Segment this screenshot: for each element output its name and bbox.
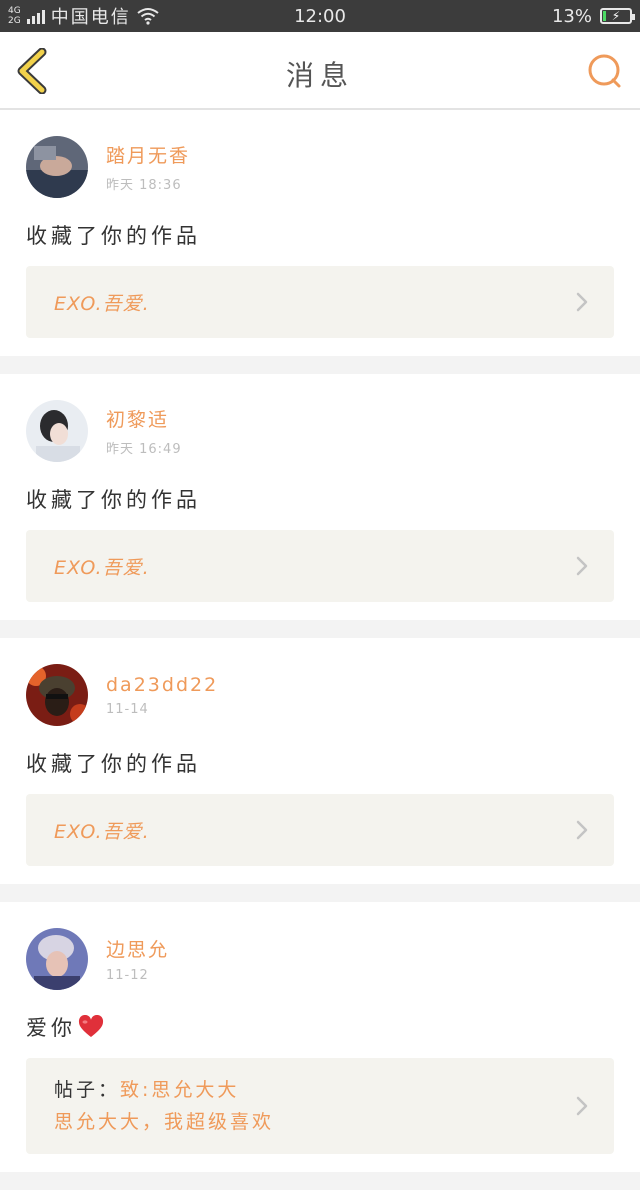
search-icon[interactable] — [586, 52, 624, 90]
charging-icon: ⚡ — [611, 9, 621, 23]
network-type-top: 4G — [8, 6, 21, 16]
timestamp: 11-14 — [106, 701, 149, 717]
referenced-post[interactable]: 帖子：致:思允大大 思允大大，我超级喜欢 — [26, 1058, 614, 1154]
message-card: da23dd22 11-14 收藏了你的作品 EXO.吾爱. — [0, 638, 640, 884]
username[interactable]: 初黎适 — [106, 405, 182, 432]
network-type-bottom: 2G — [8, 16, 21, 26]
page-title: 消息 — [285, 59, 354, 92]
message-card: 边思允 11-12 爱你 帖子：致:思允大大 思允大大，我超级喜欢 — [0, 902, 640, 1172]
message-meta: 初黎适 昨天 16:49 — [106, 405, 182, 457]
network-type: 4G 2G — [8, 6, 21, 26]
message-meta: da23dd22 11-14 — [106, 674, 218, 717]
message-meta: 踏月无香 昨天 18:36 — [106, 141, 190, 193]
battery-icon: ⚡ — [600, 8, 635, 24]
post-title: 致:思允大大 — [120, 1079, 240, 1101]
avatar[interactable] — [26, 664, 88, 726]
message-meta: 边思允 11-12 — [106, 935, 169, 983]
wifi-icon — [137, 8, 159, 25]
chevron-right-icon — [576, 556, 588, 576]
message-card: 初黎适 昨天 16:49 收藏了你的作品 EXO.吾爱. — [0, 374, 640, 620]
message-text: 收藏了你的作品 — [26, 488, 201, 512]
timestamp: 昨天 16:49 — [106, 442, 182, 457]
message-header: 初黎适 昨天 16:49 — [26, 400, 614, 462]
post-excerpt: 思允大大，我超级喜欢 — [54, 1111, 275, 1133]
chevron-right-icon — [576, 820, 588, 840]
chevron-left-icon[interactable] — [14, 48, 54, 94]
message-text-row: 爱你 — [26, 1012, 614, 1042]
signal-icon — [26, 8, 45, 24]
message-text: 收藏了你的作品 — [26, 224, 201, 248]
message-header: 踏月无香 昨天 18:36 — [26, 136, 614, 198]
battery-percent: 13% — [551, 5, 592, 27]
status-right: 13% ⚡ — [551, 5, 635, 27]
carrier-name: 中国电信 — [50, 7, 131, 28]
post-label: 帖子： — [54, 1079, 121, 1101]
status-bar: 4G 2G 中国电信 12:00 13% ⚡ — [0, 0, 640, 32]
username[interactable]: 边思允 — [106, 935, 169, 962]
username[interactable]: 踏月无香 — [106, 141, 190, 168]
nav-bar: 消息 — [0, 32, 640, 110]
battery-level — [603, 11, 606, 21]
message-header: 边思允 11-12 — [26, 928, 614, 990]
referenced-work[interactable]: EXO.吾爱. — [26, 530, 614, 602]
message-list: 踏月无香 昨天 18:36 收藏了你的作品 EXO.吾爱. 初黎适 昨天 16:… — [0, 110, 640, 1190]
referenced-post-title-row: 帖子：致:思允大大 — [54, 1074, 239, 1106]
referenced-work[interactable]: EXO.吾爱. — [26, 266, 614, 338]
message-text: 收藏了你的作品 — [26, 752, 201, 776]
status-left: 4G 2G 中国电信 — [8, 3, 159, 29]
referenced-work-title: EXO.吾爱. — [54, 820, 150, 843]
referenced-work-title: EXO.吾爱. — [54, 292, 150, 315]
heart-icon — [78, 1015, 104, 1037]
username[interactable]: da23dd22 — [106, 674, 218, 696]
chevron-right-icon — [576, 1096, 588, 1116]
avatar[interactable] — [26, 400, 88, 462]
timestamp: 昨天 18:36 — [106, 178, 182, 193]
message-header: da23dd22 11-14 — [26, 664, 614, 726]
referenced-work-title: EXO.吾爱. — [54, 556, 150, 579]
referenced-work[interactable]: EXO.吾爱. — [26, 794, 614, 866]
avatar[interactable] — [26, 928, 88, 990]
message-text: 爱你 — [26, 1016, 76, 1040]
timestamp: 11-12 — [106, 968, 149, 983]
message-card: 踏月无香 昨天 18:36 收藏了你的作品 EXO.吾爱. — [0, 110, 640, 356]
avatar[interactable] — [26, 136, 88, 198]
chevron-right-icon — [576, 292, 588, 312]
